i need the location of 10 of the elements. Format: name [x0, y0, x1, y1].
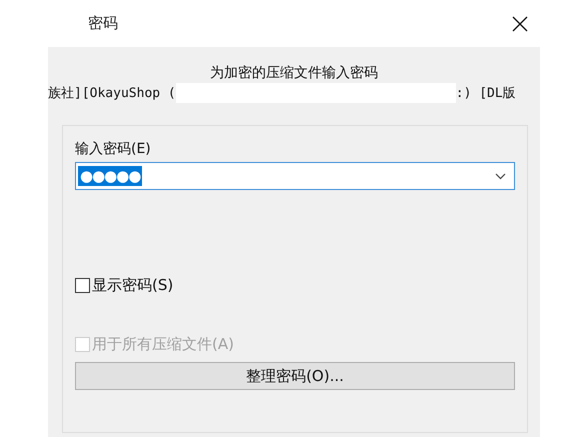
archive-name: :) [DL版 — [456, 85, 516, 102]
window-title: 密码 — [88, 14, 118, 33]
archive-name: 族社][OkayuShop ( — [48, 85, 176, 102]
password-field[interactable]: ●●●●● — [75, 162, 515, 190]
organize-passwords-button[interactable]: 整理密码(O)... — [75, 362, 515, 390]
chevron-down-icon[interactable] — [495, 172, 506, 180]
checkbox[interactable]: 显示密码(S) — [75, 276, 174, 295]
dialog-heading: 为加密的压缩文件输入密码 — [209, 64, 379, 82]
field-label: 输入密码(E) — [75, 140, 151, 158]
close-icon[interactable] — [512, 16, 528, 32]
